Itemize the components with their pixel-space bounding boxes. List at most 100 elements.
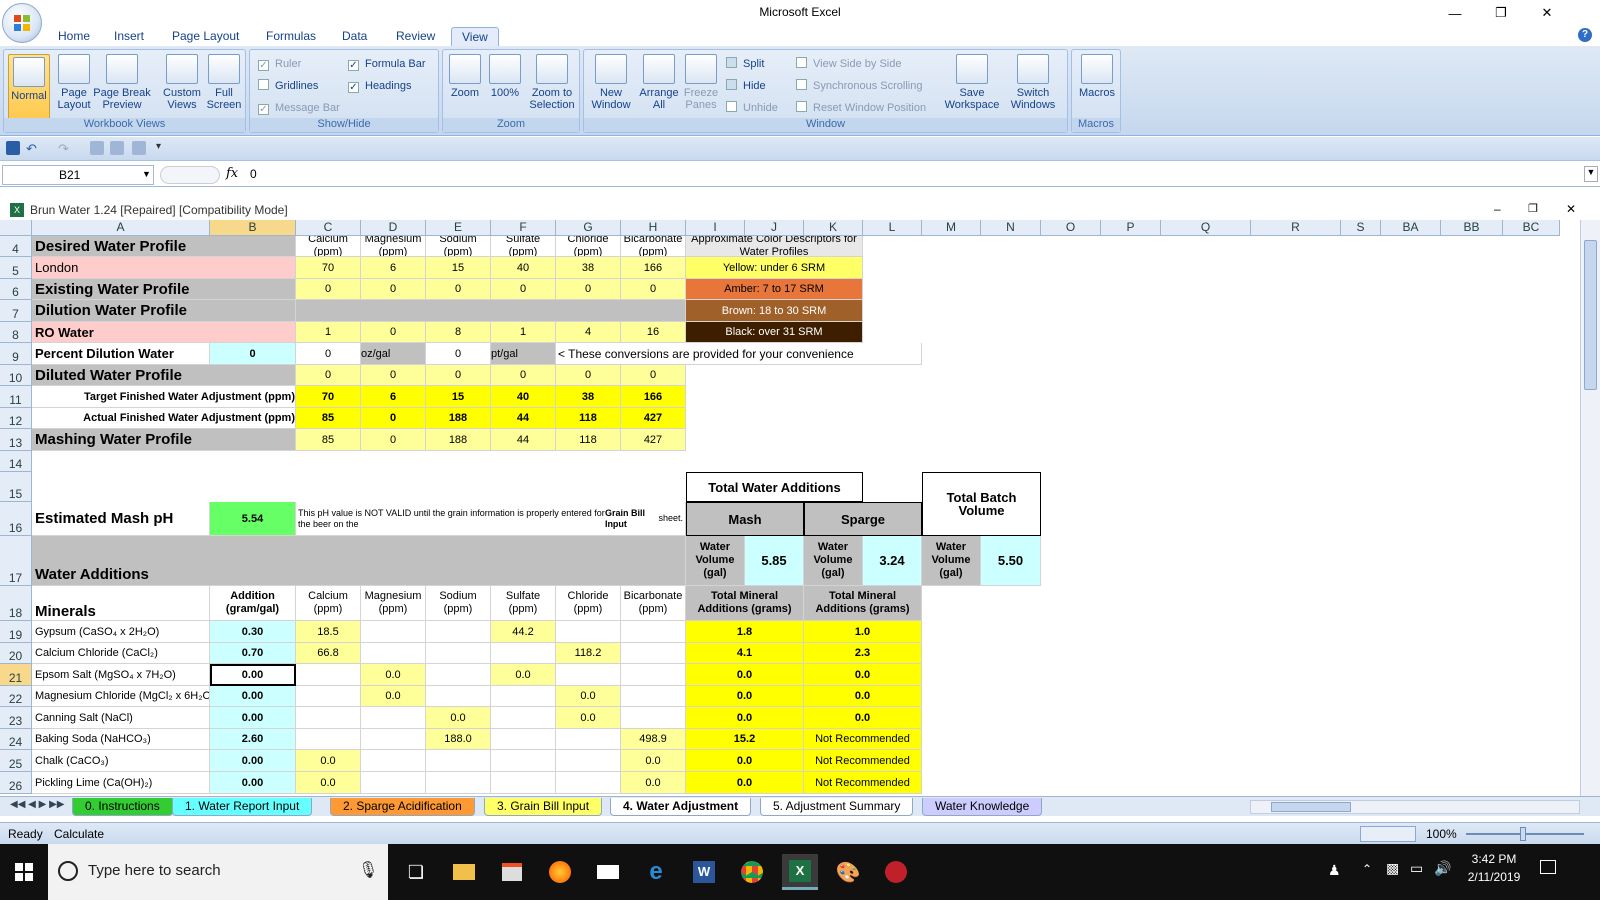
minerals-label[interactable]: Minerals	[32, 586, 210, 621]
row-header-11[interactable]: 11	[0, 386, 32, 408]
mash-mineral-total[interactable]: 0.0	[686, 772, 804, 794]
firefox-icon[interactable]	[542, 854, 578, 890]
normal-view-button[interactable]: Normal	[8, 54, 50, 120]
mineral-contribution-d[interactable]	[361, 621, 426, 643]
row-header-8[interactable]: 8	[0, 322, 32, 343]
column-header-bc[interactable]: BC	[1503, 220, 1560, 236]
london-value[interactable]: 70	[296, 257, 361, 279]
header-h[interactable]: Bicarbonate (ppm)	[621, 236, 686, 257]
print-icon[interactable]	[90, 141, 104, 155]
ro-value[interactable]: 1	[296, 322, 361, 343]
section-existing-water-profile[interactable]: Existing Water Profile	[32, 279, 296, 300]
row-header-24[interactable]: 24	[0, 729, 32, 750]
mash-mineral-total[interactable]: 15.2	[686, 729, 804, 750]
mineral-contribution-g[interactable]	[556, 664, 621, 686]
column-header-k[interactable]: K	[804, 220, 863, 236]
target-value[interactable]: 70	[296, 386, 361, 408]
office-button[interactable]	[2, 3, 42, 43]
formula-input[interactable]: 0	[250, 167, 257, 181]
mineral-contribution-d[interactable]: 0.0	[361, 664, 426, 686]
mineral-contribution-d[interactable]	[361, 643, 426, 664]
section-diluted-water-profile[interactable]: Diluted Water Profile	[32, 365, 296, 386]
page-break-preview-button[interactable]: Page Break Preview	[92, 54, 152, 111]
color-descriptor-header[interactable]: Approximate Color Descriptors for Water …	[686, 236, 863, 257]
column-header-ba[interactable]: BA	[1381, 220, 1441, 236]
sheet-nav-icon[interactable]: ◀◀ ◀ ▶ ▶▶	[10, 799, 64, 810]
ro-value[interactable]: 8	[426, 322, 491, 343]
mineral-contribution-d[interactable]	[361, 729, 426, 750]
target-value[interactable]: 38	[556, 386, 621, 408]
column-header-d[interactable]: D	[361, 220, 426, 236]
london-value[interactable]: 15	[426, 257, 491, 279]
mineral-contribution-e[interactable]	[426, 643, 491, 664]
batch-water-volume[interactable]: 5.50	[981, 536, 1041, 586]
sparge-header[interactable]: Sparge	[804, 502, 922, 536]
mineral-contribution-e[interactable]	[426, 686, 491, 707]
mineral-name[interactable]: Baking Soda (NaHCO₃)	[32, 729, 210, 750]
gridlines-checkbox[interactable]: Gridlines	[258, 78, 318, 94]
srm-brown[interactable]: Brown: 18 to 30 SRM	[686, 300, 863, 322]
message-bar-checkbox[interactable]: ✓ Message Bar	[258, 100, 340, 116]
profile-name-ro-water[interactable]: RO Water	[32, 322, 296, 343]
tab-review[interactable]: Review	[386, 27, 445, 46]
mineral-contribution-h[interactable]	[621, 707, 686, 729]
existing-value[interactable]: 0	[491, 279, 556, 300]
mineral-contribution-f[interactable]	[491, 729, 556, 750]
tray-chevron-icon[interactable]: ⌃	[1362, 862, 1372, 876]
tab-insert[interactable]: Insert	[104, 27, 154, 46]
mineral-col-header-h[interactable]: Bicarbonate (ppm)	[621, 586, 686, 621]
synchronous-scrolling-button[interactable]: Synchronous Scrolling	[796, 78, 922, 94]
spreadsheet-grid[interactable]: A B C D E F G H I J K L M N O P Q R S BA BB BC 4 5 6 7 8 9 10 11 12 13 1…	[0, 220, 1580, 810]
column-header-j[interactable]: J	[745, 220, 804, 236]
store-icon[interactable]	[494, 854, 530, 890]
row-header-26[interactable]: 26	[0, 772, 32, 794]
percent-dilution-input[interactable]: 0	[210, 343, 296, 365]
mineral-contribution-c[interactable]: 18.5	[296, 621, 361, 643]
mashing-value[interactable]: 427	[621, 429, 686, 451]
existing-value[interactable]: 0	[361, 279, 426, 300]
mash-water-volume-label[interactable]: Water Volume (gal)	[686, 536, 745, 586]
sheet-tab-grain-bill[interactable]: 3. Grain Bill Input	[484, 798, 603, 816]
diluted-value[interactable]: 0	[491, 365, 556, 386]
row-header-19[interactable]: 19	[0, 621, 32, 643]
mineral-contribution-c[interactable]	[296, 729, 361, 750]
diluted-value[interactable]: 0	[426, 365, 491, 386]
sparge-water-volume[interactable]: 3.24	[863, 536, 922, 586]
london-value[interactable]: 40	[491, 257, 556, 279]
target-value[interactable]: 6	[361, 386, 426, 408]
mineral-col-header-f[interactable]: Sulfate (ppm)	[491, 586, 556, 621]
mineral-addition-input[interactable]: 0.00	[210, 686, 296, 707]
mineral-contribution-c[interactable]	[296, 664, 361, 686]
srm-amber[interactable]: Amber: 7 to 17 SRM	[686, 279, 863, 300]
total-batch-volume-header[interactable]: Total Batch Volume	[922, 472, 1041, 536]
ro-value[interactable]: 1	[491, 322, 556, 343]
mash-mineral-total[interactable]: 0.0	[686, 707, 804, 729]
sheet-tab-water-adjustment[interactable]: 4. Water Adjustment	[610, 798, 752, 816]
zoom-100-button[interactable]: 100%	[487, 54, 523, 99]
mineral-col-header-e[interactable]: Sodium (ppm)	[426, 586, 491, 621]
sparge-mineral-total[interactable]: 1.0	[804, 621, 922, 643]
sparge-total-minerals-header[interactable]: Total Mineral Additions (grams)	[804, 586, 922, 621]
page-layout-view-button[interactable]: Page Layout	[52, 54, 96, 111]
row-header-13[interactable]: 13	[0, 429, 32, 451]
taskbar-search[interactable]: Type here to search 🎙	[48, 844, 388, 900]
mineral-addition-input[interactable]: 0.30	[210, 621, 296, 643]
profile-name-london[interactable]: London	[32, 257, 296, 279]
people-icon[interactable]: ♟	[1328, 862, 1341, 879]
row-header-16[interactable]: 16	[0, 502, 32, 536]
macros-button[interactable]: Macros	[1076, 54, 1118, 99]
save-icon[interactable]	[6, 141, 20, 155]
mineral-contribution-e[interactable]	[426, 750, 491, 772]
customize-qat-icon[interactable]: ▾	[156, 141, 161, 152]
redo-icon[interactable]: ↷	[58, 141, 69, 157]
column-header-b[interactable]: B	[210, 220, 296, 236]
zoom-level[interactable]: 100%	[1426, 827, 1457, 841]
diluted-value[interactable]: 0	[361, 365, 426, 386]
row-header-7[interactable]: 7	[0, 300, 32, 322]
mineral-contribution-h[interactable]	[621, 686, 686, 707]
tab-view[interactable]: View	[451, 27, 499, 46]
mineral-contribution-h[interactable]: 0.0	[621, 750, 686, 772]
sparge-water-volume-label[interactable]: Water Volume (gal)	[804, 536, 863, 586]
oz-gal-label[interactable]: oz/gal	[361, 343, 426, 365]
column-header-s[interactable]: S	[1341, 220, 1381, 236]
